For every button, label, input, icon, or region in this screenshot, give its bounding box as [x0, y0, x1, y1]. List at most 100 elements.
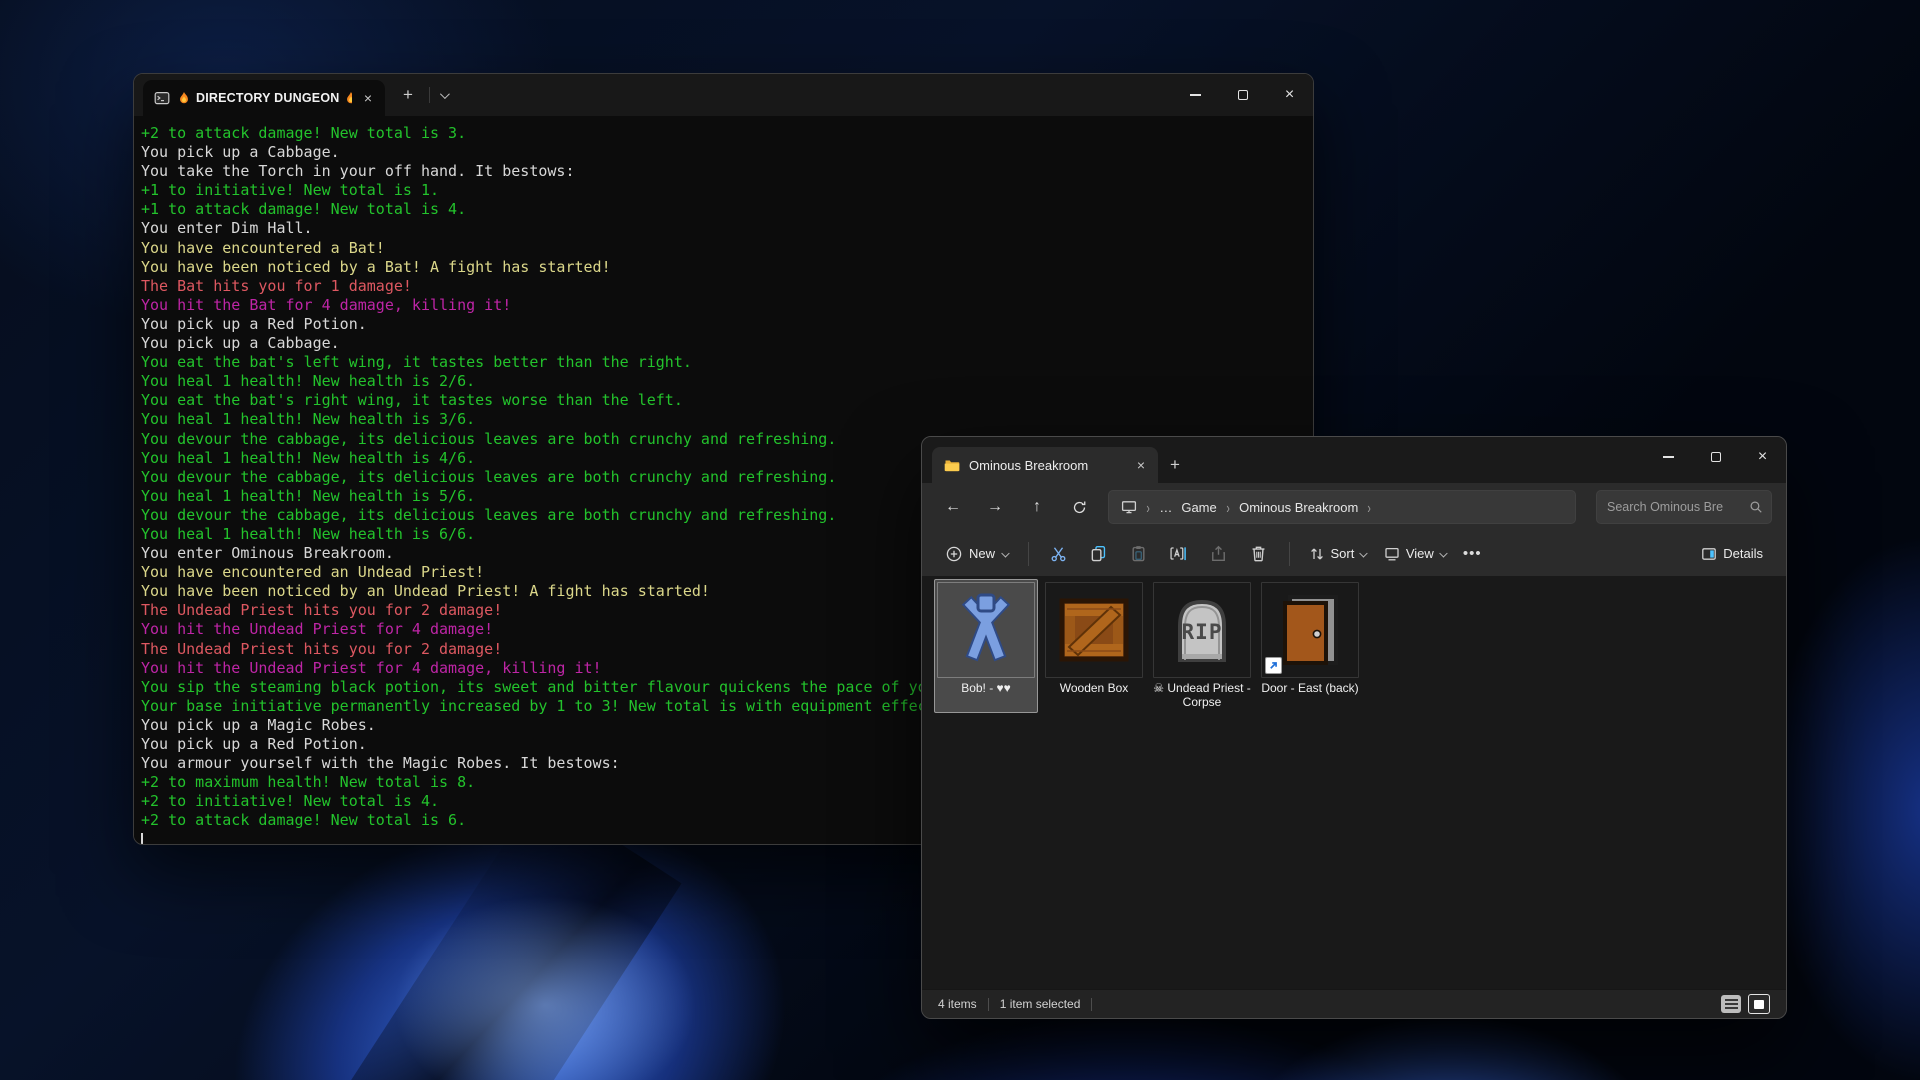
terminal-line: You have been noticed by a Bat! A fight …: [141, 258, 1313, 277]
terminal-title-text: DIRECTORY DUNGEON: [196, 91, 339, 105]
breadcrumb-overflow[interactable]: …: [1159, 500, 1172, 515]
back-button[interactable]: ←: [936, 490, 970, 524]
selection-count: 1 item selected: [1000, 997, 1081, 1011]
divider: [1091, 998, 1092, 1011]
explorer-tab[interactable]: Ominous Breakroom ×: [932, 447, 1158, 483]
icons-view-toggle[interactable]: [1748, 994, 1770, 1014]
file-explorer-window: Ominous Breakroom × + × ← → ↑: [921, 436, 1787, 1019]
breadcrumb-chevron-icon: ›: [1226, 498, 1229, 516]
divider: [988, 998, 989, 1011]
terminal-line: You take the Torch in your off hand. It …: [141, 162, 1313, 181]
terminal-line: You pick up a Cabbage.: [141, 334, 1313, 353]
paste-button[interactable]: [1119, 538, 1159, 570]
fire-icon: [177, 91, 191, 105]
view-button-label: View: [1406, 546, 1434, 561]
this-pc-icon[interactable]: [1121, 499, 1137, 515]
new-tab-button[interactable]: +: [1158, 447, 1192, 483]
delete-button[interactable]: [1239, 538, 1279, 570]
maximize-button[interactable]: [1692, 437, 1739, 477]
details-button-label: Details: [1723, 546, 1763, 561]
new-button[interactable]: New: [936, 538, 1018, 570]
file-list-area[interactable]: Bob! - ♥♥ Wooden Box RIP ☠ Undead Priest - …: [922, 577, 1786, 989]
terminal-line: You hit the Bat for 4 damage, killing it…: [141, 296, 1313, 315]
up-button[interactable]: ↑: [1020, 490, 1054, 524]
close-button[interactable]: ×: [1266, 74, 1313, 116]
terminal-line: You have encountered a Bat!: [141, 239, 1313, 258]
copy-button[interactable]: [1079, 538, 1119, 570]
terminal-cursor: [141, 833, 143, 844]
refresh-button[interactable]: [1062, 490, 1096, 524]
command-bar: New: [922, 531, 1786, 577]
terminal-line: You heal 1 health! New health is 3/6.: [141, 410, 1313, 429]
file-item[interactable]: Bob! - ♥♥: [934, 579, 1038, 713]
divider: [429, 87, 430, 103]
terminal-line: You eat the bat's right wing, it tastes …: [141, 391, 1313, 410]
breadcrumb-chevron-icon: ›: [1146, 498, 1149, 516]
file-item[interactable]: Wooden Box: [1042, 579, 1146, 713]
new-tab-button[interactable]: +: [397, 85, 419, 105]
breadcrumb-chevron-icon: ›: [1368, 498, 1371, 516]
status-bar: 4 items 1 item selected: [922, 989, 1786, 1018]
items-count: 4 items: [938, 997, 977, 1011]
terminal-tab-title: DIRECTORY DUNGEON: [177, 91, 352, 105]
terminal-titlebar[interactable]: DIRECTORY DUNGEON × + ×: [134, 74, 1313, 116]
divider: [1028, 542, 1029, 566]
explorer-tab-label: Ominous Breakroom: [969, 458, 1123, 473]
terminal-line: +1 to attack damage! New total is 4.: [141, 200, 1313, 219]
details-view-toggle[interactable]: [1721, 995, 1741, 1013]
chevron-down-icon: [1360, 549, 1368, 557]
tab-close-icon[interactable]: ×: [359, 89, 377, 107]
new-button-label: New: [969, 546, 995, 561]
terminal-line: You enter Dim Hall.: [141, 219, 1313, 238]
cut-button[interactable]: [1039, 538, 1079, 570]
chevron-down-icon: [1002, 549, 1010, 557]
file-label: Bob! - ♥♥: [937, 681, 1035, 710]
tombstone-icon: RIP: [1153, 582, 1251, 678]
file-item[interactable]: Door - East (back): [1258, 579, 1362, 713]
divider: [1289, 542, 1290, 566]
sort-button-label: Sort: [1331, 546, 1355, 561]
fire-icon: [344, 91, 352, 105]
terminal-line: You heal 1 health! New health is 2/6.: [141, 372, 1313, 391]
explorer-titlebar[interactable]: Ominous Breakroom × + ×: [922, 437, 1786, 483]
folder-icon: [944, 457, 960, 473]
forward-button[interactable]: →: [978, 490, 1012, 524]
file-item[interactable]: RIP ☠ Undead Priest - Corpse: [1150, 579, 1254, 713]
shortcut-arrow-icon: [1265, 657, 1282, 674]
terminal-line: +2 to attack damage! New total is 3.: [141, 124, 1313, 143]
search-box[interactable]: [1596, 490, 1772, 524]
minimize-button[interactable]: [1172, 74, 1219, 116]
details-button[interactable]: Details: [1692, 538, 1772, 570]
terminal-line: You pick up a Red Potion.: [141, 315, 1313, 334]
terminal-line: You pick up a Cabbage.: [141, 143, 1313, 162]
breadcrumb-segment-current[interactable]: Ominous Breakroom: [1239, 500, 1358, 515]
address-bar: ← → ↑ › … Game › Ominous Breakroom ›: [922, 483, 1786, 531]
bob-icon: [937, 582, 1035, 678]
view-button[interactable]: View: [1375, 538, 1454, 570]
chevron-down-icon[interactable]: [440, 89, 450, 99]
minimize-button[interactable]: [1645, 437, 1692, 477]
sort-button[interactable]: Sort: [1300, 538, 1375, 570]
maximize-button[interactable]: [1219, 74, 1266, 116]
terminal-line: +1 to initiative! New total is 1.: [141, 181, 1313, 200]
svg-text:RIP: RIP: [1182, 620, 1223, 644]
terminal-line: You eat the bat's left wing, it tastes b…: [141, 353, 1313, 372]
more-options-button[interactable]: •••: [1454, 538, 1490, 570]
share-button[interactable]: [1199, 538, 1239, 570]
file-label: ☠ Undead Priest - Corpse: [1153, 681, 1251, 710]
rename-button[interactable]: [1159, 538, 1199, 570]
door-icon: [1261, 582, 1359, 678]
chevron-down-icon: [1439, 549, 1447, 557]
file-label: Door - East (back): [1261, 681, 1359, 710]
crate-icon: [1045, 582, 1143, 678]
search-icon[interactable]: [1749, 500, 1763, 514]
terminal-line: The Bat hits you for 1 damage!: [141, 277, 1313, 296]
breadcrumb[interactable]: › … Game › Ominous Breakroom ›: [1108, 490, 1576, 524]
breadcrumb-segment-game[interactable]: Game: [1181, 500, 1216, 515]
close-button[interactable]: ×: [1739, 437, 1786, 477]
file-grid: Bob! - ♥♥ Wooden Box RIP ☠ Undead Priest - …: [922, 577, 1786, 713]
tab-close-icon[interactable]: ×: [1132, 456, 1150, 474]
terminal-tab[interactable]: DIRECTORY DUNGEON ×: [143, 80, 385, 116]
file-label: Wooden Box: [1045, 681, 1143, 710]
search-input[interactable]: [1607, 500, 1749, 514]
